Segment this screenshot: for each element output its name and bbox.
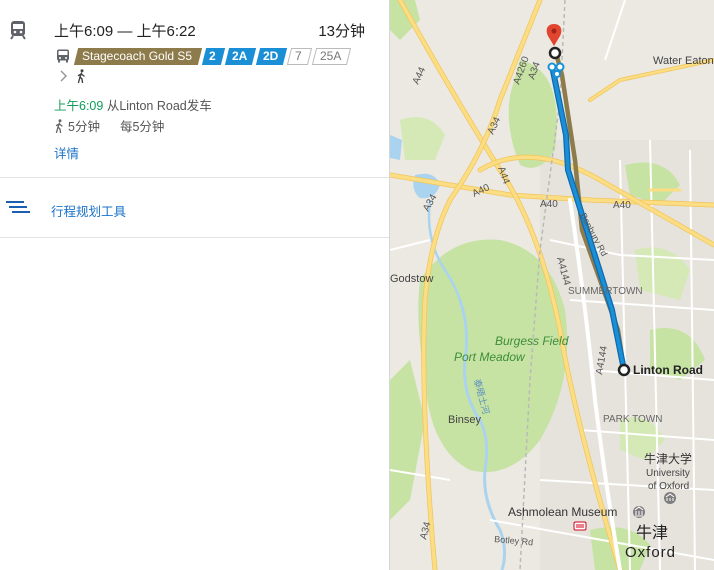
bus-line-badge-alt: 25A: [312, 47, 352, 65]
map-label-burgess-field: Burgess Field: [495, 334, 569, 348]
transit-stop-marker: [553, 70, 561, 78]
map-label-oxford-en: Oxford: [625, 544, 676, 561]
walk-duration: 5分钟: [68, 120, 100, 134]
map-canvas[interactable]: Water Eaton A44 A4260 A34 A34 A44 A40 A4…: [390, 0, 714, 570]
map-label-oxford-cn: 牛津: [636, 524, 668, 542]
map-label-binsey: Binsey: [448, 414, 482, 426]
origin-marker-icon[interactable]: [617, 363, 631, 377]
route-duration: 13分钟: [318, 23, 365, 40]
museum-icon: [633, 506, 645, 518]
map-label-summertown: SUMMERTOWN: [568, 286, 643, 297]
trip-planner-icon: [6, 201, 30, 213]
bus-line-badge: 2: [201, 47, 225, 65]
bus-icon: [57, 49, 69, 63]
route-option-card[interactable]: 上午6:09 — 上午6:22 13分钟 Stagecoach Gold S5 …: [0, 0, 389, 178]
details-link[interactable]: 详情: [54, 143, 79, 162]
map-label-park-town: PARK TOWN: [603, 414, 662, 425]
road-label-a40: A40: [613, 200, 631, 211]
university-icon: [664, 492, 676, 504]
map-label-university-cn: 牛津大学: [644, 451, 692, 466]
route-time-range: 上午6:09 — 上午6:22: [54, 23, 196, 40]
bus-frequency: 每5分钟: [119, 120, 165, 134]
transit-stop-marker: [547, 62, 557, 72]
chevron-right-icon: [60, 70, 68, 82]
bus-line-badge: 2A: [224, 47, 257, 65]
map-label-ashmolean: Ashmolean Museum: [508, 505, 617, 519]
map-label-university-en: University: [646, 468, 690, 479]
map-label-university-en: of Oxford: [648, 481, 689, 492]
transit-lines-row: Stagecoach Gold S5 2 2A 2D 7 25A: [56, 47, 352, 65]
directions-panel: 上午6:09 — 上午6:22 13分钟 Stagecoach Gold S5 …: [0, 0, 390, 570]
rail-station-icon: [573, 521, 587, 531]
bus-operator-badge: Stagecoach Gold S5: [73, 47, 203, 65]
transit-stop-marker: [555, 62, 565, 72]
train-icon: [10, 21, 26, 40]
walk-segment-row: [58, 68, 86, 84]
bus-line-badge-alt: 7: [287, 47, 313, 65]
road-label-a40: A40: [540, 199, 558, 210]
trip-planner-link[interactable]: 行程规划工具: [51, 201, 126, 220]
map-label-water-eaton: Water Eaton: [653, 55, 714, 67]
departure-time: 上午6:09: [54, 99, 104, 113]
route-meta-row: 5分钟 每5分钟: [54, 116, 164, 135]
map-label-linton-road: Linton Road: [633, 363, 703, 377]
bus-line-badge: 2D: [255, 47, 288, 65]
walk-icon: [77, 69, 85, 83]
departure-info: 上午6:09 从Linton Road发车: [54, 95, 212, 114]
walk-icon: [55, 118, 63, 133]
departure-stop: 从Linton Road发车: [106, 99, 212, 113]
map-label-port-meadow: Port Meadow: [454, 350, 526, 364]
map-label-godstow: Godstow: [390, 273, 433, 285]
map-view[interactable]: Water Eaton A44 A4260 A34 A34 A44 A40 A4…: [390, 0, 714, 570]
